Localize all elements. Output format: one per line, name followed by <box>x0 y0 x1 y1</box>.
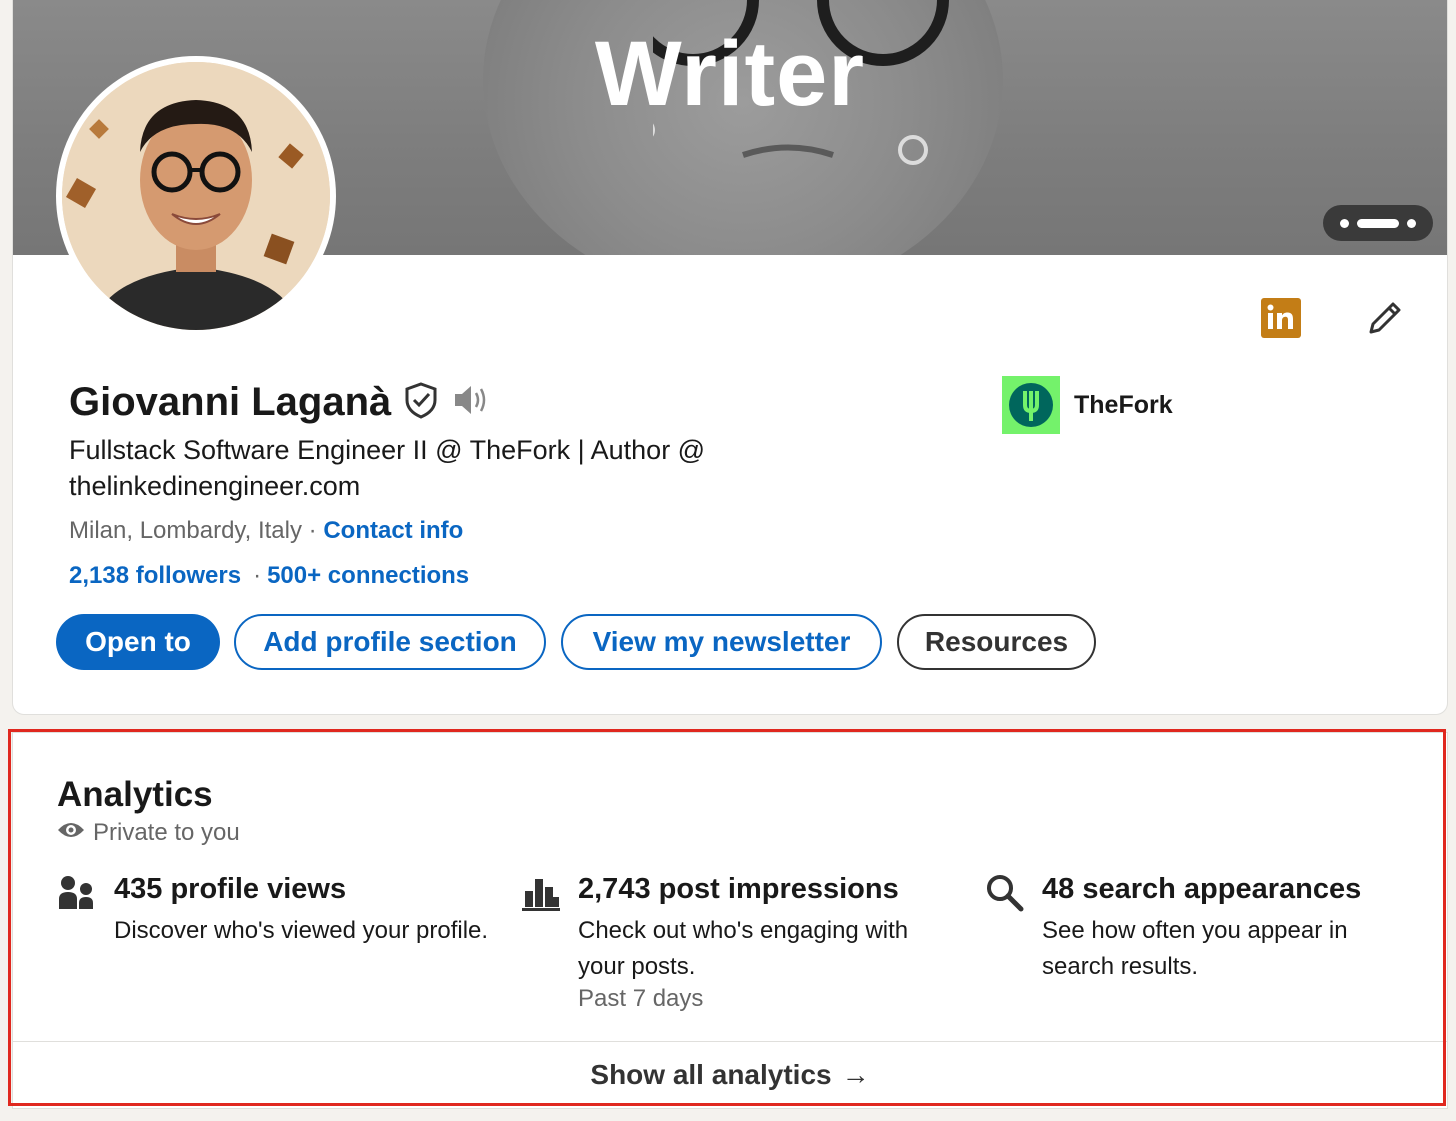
people-icon <box>57 873 97 918</box>
profile-avatar[interactable] <box>56 56 336 336</box>
stats-separator: · <box>253 562 262 589</box>
location-row: Milan, Lombardy, Italy · Contact info <box>69 517 463 545</box>
network-stats: 2,138 followers · 500+ connections <box>69 562 469 590</box>
add-profile-section-button[interactable]: Add profile section <box>234 614 546 670</box>
show-all-analytics-button[interactable]: Show all analytics → <box>13 1042 1447 1108</box>
current-company[interactable]: TheFork <box>1002 376 1173 434</box>
open-to-button[interactable]: Open to <box>56 614 220 670</box>
carousel-dot[interactable] <box>1340 218 1349 228</box>
analytics-privacy: Private to you <box>57 819 240 847</box>
carousel-dot[interactable] <box>1407 218 1416 228</box>
connections-link[interactable]: 500+ connections <box>267 562 469 589</box>
metric-title[interactable]: 48 search appearances <box>1042 873 1361 906</box>
analytics-card: Analytics Private to you 435 profile vie… <box>12 732 1448 1109</box>
show-all-label: Show all analytics <box>590 1059 832 1090</box>
banner-carousel-indicator[interactable] <box>1323 205 1433 241</box>
metric-description: Check out who's engaging with your posts… <box>578 917 909 980</box>
search-icon <box>985 873 1025 918</box>
metric-title[interactable]: 2,743 post impressions <box>578 873 899 906</box>
metric-description: Discover who's viewed your profile. <box>114 917 489 944</box>
contact-info-link[interactable]: Contact info <box>323 517 463 544</box>
analytics-title: Analytics <box>57 775 213 814</box>
location-separator: · <box>308 517 317 544</box>
name-pronunciation-speaker-icon[interactable] <box>451 382 493 423</box>
edit-pencil-icon[interactable] <box>1363 298 1405 345</box>
followers-link[interactable]: 2,138 followers <box>69 562 241 589</box>
carousel-active-dot[interactable] <box>1357 218 1399 228</box>
linkedin-badge-icon[interactable] <box>1261 298 1301 343</box>
view-newsletter-button[interactable]: View my newsletter <box>561 614 882 670</box>
profile-name-row: Giovanni Laganà <box>69 380 493 425</box>
profile-location: Milan, Lombardy, Italy <box>69 517 302 544</box>
eye-icon <box>57 819 85 847</box>
verified-shield-icon[interactable] <box>403 381 439 424</box>
profile-headline: Fullstack Software Engineer II @ TheFork… <box>69 435 706 501</box>
company-name: TheFork <box>1074 390 1173 419</box>
profile-name: Giovanni Laganà <box>69 380 392 424</box>
bar-chart-icon <box>521 873 561 918</box>
analytics-subtitle: Private to you <box>93 819 240 846</box>
metric-description: See how often you appear in search resul… <box>1042 917 1348 980</box>
avatar-photo <box>62 62 330 330</box>
resources-button[interactable]: Resources <box>897 614 1096 670</box>
thefork-logo-icon <box>1002 376 1060 434</box>
arrow-right-icon: → <box>841 1059 870 1090</box>
metric-period: Past 7 days <box>578 985 704 1012</box>
metric-title[interactable]: 435 profile views <box>114 873 346 906</box>
